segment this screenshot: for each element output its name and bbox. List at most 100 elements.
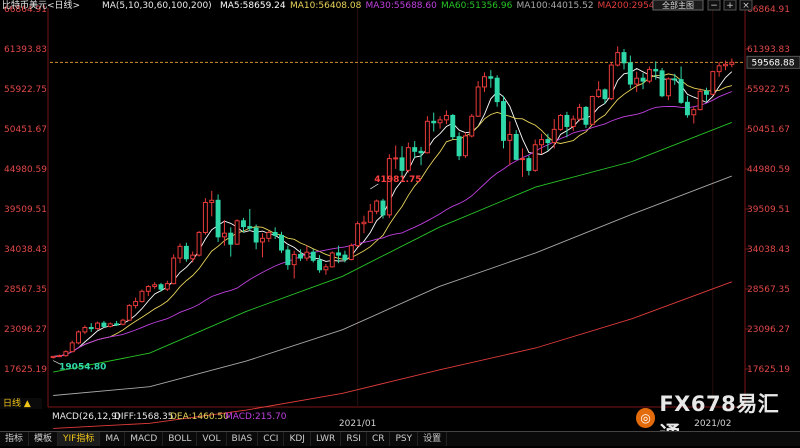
indicator-tab[interactable]: 设置 bbox=[418, 432, 448, 446]
candle[interactable] bbox=[564, 111, 570, 138]
candle[interactable] bbox=[145, 285, 151, 297]
candle[interactable] bbox=[139, 289, 145, 303]
indicator-tab[interactable]: KDJ bbox=[284, 432, 311, 446]
candle[interactable] bbox=[63, 350, 69, 357]
candle[interactable] bbox=[215, 194, 221, 242]
candle[interactable] bbox=[716, 62, 722, 77]
candle[interactable] bbox=[285, 245, 291, 270]
candle[interactable] bbox=[348, 243, 354, 261]
candle[interactable] bbox=[431, 112, 437, 132]
candle[interactable] bbox=[437, 116, 443, 129]
candle[interactable] bbox=[234, 219, 240, 245]
candle[interactable] bbox=[710, 70, 716, 96]
candle[interactable] bbox=[253, 224, 259, 250]
candle[interactable] bbox=[304, 245, 310, 261]
candle[interactable] bbox=[462, 132, 468, 158]
candle[interactable] bbox=[513, 130, 519, 161]
candle[interactable] bbox=[355, 221, 361, 248]
candle[interactable] bbox=[532, 139, 538, 172]
candle[interactable] bbox=[412, 141, 418, 158]
candle[interactable] bbox=[291, 250, 297, 279]
candle[interactable] bbox=[76, 330, 82, 345]
candle[interactable] bbox=[646, 66, 652, 84]
candle[interactable] bbox=[443, 110, 449, 125]
candle[interactable] bbox=[101, 320, 107, 328]
candle[interactable] bbox=[310, 249, 316, 263]
candle[interactable] bbox=[386, 154, 392, 218]
candle[interactable] bbox=[577, 103, 583, 122]
candle[interactable] bbox=[482, 72, 487, 93]
candle[interactable] bbox=[545, 133, 551, 151]
candle[interactable] bbox=[608, 62, 614, 101]
candle[interactable] bbox=[164, 280, 170, 291]
candle[interactable] bbox=[50, 355, 56, 359]
candle[interactable] bbox=[634, 71, 640, 93]
indicator-tab[interactable]: MACD bbox=[125, 432, 164, 446]
candle[interactable] bbox=[399, 146, 405, 178]
candle[interactable] bbox=[196, 231, 202, 257]
candle[interactable] bbox=[177, 243, 183, 264]
indicator-tab[interactable]: LWR bbox=[311, 432, 342, 446]
candle[interactable] bbox=[69, 340, 75, 353]
candle[interactable] bbox=[279, 231, 284, 253]
indicator-tab[interactable]: MA bbox=[100, 432, 126, 446]
candle[interactable] bbox=[260, 233, 265, 258]
candle[interactable] bbox=[729, 58, 735, 68]
candles[interactable] bbox=[50, 46, 735, 359]
candle[interactable] bbox=[488, 70, 494, 88]
candle[interactable] bbox=[152, 282, 158, 289]
candle[interactable] bbox=[317, 255, 323, 273]
candle[interactable] bbox=[494, 75, 500, 107]
candle[interactable] bbox=[329, 251, 335, 268]
indicator-tab[interactable]: 模板 bbox=[29, 432, 59, 446]
candle[interactable] bbox=[583, 105, 589, 128]
candle[interactable] bbox=[126, 304, 132, 321]
indicator-tab[interactable]: VOL bbox=[197, 432, 227, 446]
candle[interactable] bbox=[228, 227, 234, 257]
candle[interactable] bbox=[361, 215, 367, 234]
candle[interactable] bbox=[202, 198, 208, 235]
candle[interactable] bbox=[120, 318, 126, 326]
candle[interactable] bbox=[171, 254, 177, 285]
indicator-tab[interactable]: CCI bbox=[258, 432, 285, 446]
candle[interactable] bbox=[57, 354, 62, 358]
candle[interactable] bbox=[520, 148, 525, 177]
candle[interactable] bbox=[589, 95, 595, 125]
candle[interactable] bbox=[703, 87, 709, 102]
candle[interactable] bbox=[697, 88, 703, 111]
candle[interactable] bbox=[469, 114, 475, 138]
candle[interactable] bbox=[621, 48, 627, 70]
candle[interactable] bbox=[88, 323, 94, 332]
candle[interactable] bbox=[665, 77, 671, 101]
candle[interactable] bbox=[82, 325, 88, 335]
candle[interactable] bbox=[501, 95, 506, 149]
candle[interactable] bbox=[456, 132, 462, 161]
candle[interactable] bbox=[570, 115, 576, 131]
indicator-tab[interactable]: 指标 bbox=[0, 432, 30, 446]
candle[interactable] bbox=[209, 190, 215, 217]
candle[interactable] bbox=[526, 155, 532, 176]
candle[interactable] bbox=[405, 142, 411, 173]
candle[interactable] bbox=[190, 251, 196, 263]
candle[interactable] bbox=[596, 81, 602, 98]
candle[interactable] bbox=[691, 106, 697, 124]
candle[interactable] bbox=[627, 55, 633, 89]
candle[interactable] bbox=[450, 114, 456, 140]
candle[interactable] bbox=[475, 81, 481, 117]
candle[interactable] bbox=[684, 95, 690, 118]
candle[interactable] bbox=[424, 116, 430, 154]
candle[interactable] bbox=[558, 114, 564, 131]
indicator-tab[interactable]: CR bbox=[367, 432, 391, 446]
candle[interactable] bbox=[551, 119, 557, 149]
candle[interactable] bbox=[272, 227, 278, 240]
candle[interactable] bbox=[640, 73, 646, 90]
candle[interactable] bbox=[95, 321, 101, 330]
candle[interactable] bbox=[393, 145, 399, 169]
indicator-tab[interactable]: RSI bbox=[341, 432, 367, 446]
candlestick-chart[interactable]: 61742.4041981.7519054.80 66864.9166864.9… bbox=[0, 0, 800, 445]
candle[interactable] bbox=[367, 203, 373, 223]
candle[interactable] bbox=[539, 133, 545, 155]
candle[interactable] bbox=[323, 263, 329, 275]
candle[interactable] bbox=[133, 297, 139, 309]
indicator-tab[interactable]: YIF指标 bbox=[58, 432, 101, 446]
